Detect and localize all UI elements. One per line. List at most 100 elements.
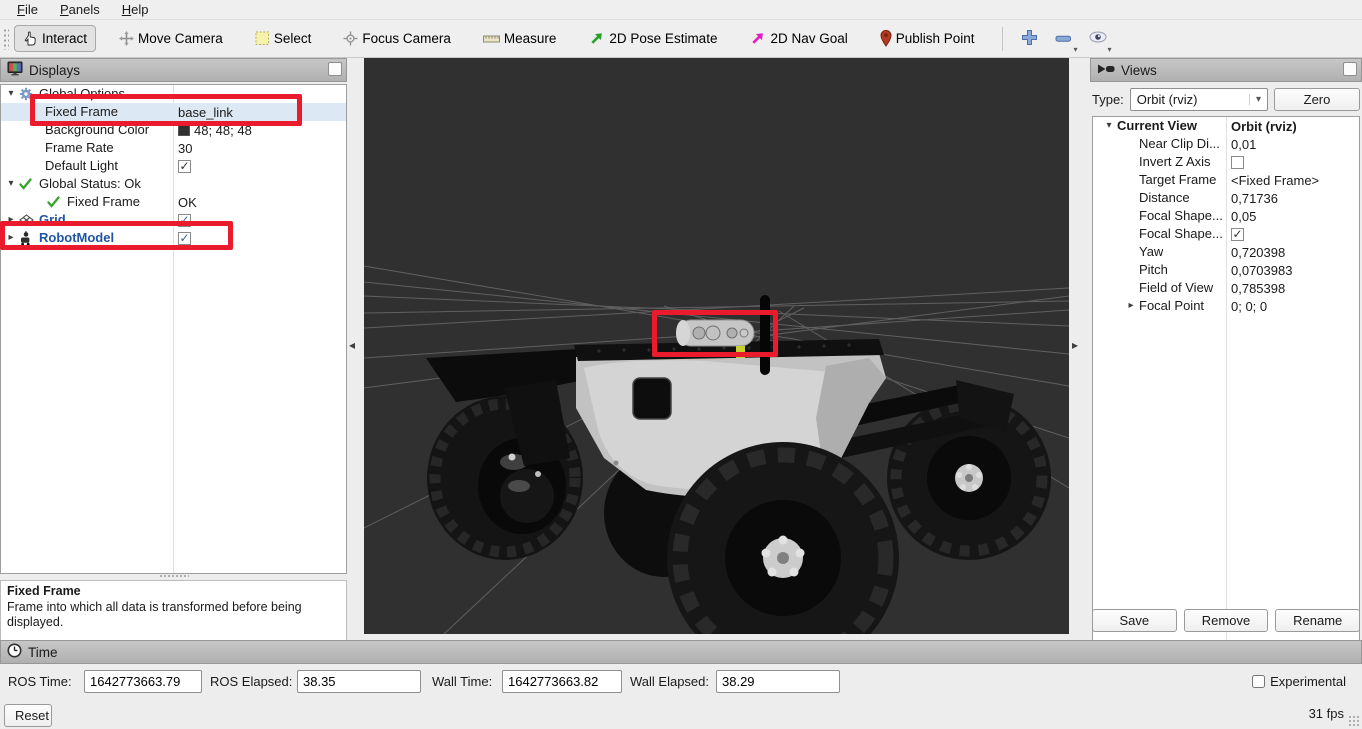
wall-time-input[interactable] xyxy=(502,670,622,693)
size-grip[interactable] xyxy=(1348,715,1360,727)
robot-model-rendering xyxy=(364,58,1069,634)
tree-row-grid[interactable]: ▸ Grid ✓ xyxy=(1,211,346,229)
splitter-collapse-left[interactable]: ◂ xyxy=(349,338,355,352)
views-float-button[interactable] xyxy=(1343,62,1357,76)
tool-2d-pose-estimate[interactable]: 2D Pose Estimate xyxy=(579,24,726,53)
tree-row-fixed-frame[interactable]: Fixed FrameOK xyxy=(1,193,346,211)
displays-panel-header[interactable]: Displays xyxy=(0,58,347,82)
time-panel: Time ROS Time:ROS Elapsed:Wall Time:Wall… xyxy=(0,640,1362,729)
toolbar-drag-handle[interactable] xyxy=(3,28,9,50)
menu-help[interactable]: Help xyxy=(113,1,158,18)
tree-row-value[interactable]: 0,71736 xyxy=(1231,189,1278,207)
checkbox-checked[interactable]: ✓ xyxy=(1231,228,1244,241)
tree-row-target-frame[interactable]: Target Frame<Fixed Frame> xyxy=(1093,171,1359,189)
tree-row-label: Background Color xyxy=(45,121,149,139)
tree-row-global-status-ok[interactable]: ▾Global Status: Ok xyxy=(1,175,346,193)
tree-row-invert-z-axis[interactable]: Invert Z Axis xyxy=(1093,153,1359,171)
tree-row-frame-rate[interactable]: Frame Rate 30 xyxy=(1,139,346,157)
tree-row-distance[interactable]: Distance0,71736 xyxy=(1093,189,1359,207)
rename-button[interactable]: Rename xyxy=(1275,609,1360,632)
add-tool-button[interactable] xyxy=(1015,25,1045,53)
displays-float-button[interactable] xyxy=(328,62,342,76)
tree-row-label: Focal Point xyxy=(1139,297,1204,315)
tree-row-focal-shape[interactable]: Focal Shape...0,05 xyxy=(1093,207,1359,225)
tool-measure[interactable]: Measure xyxy=(474,25,566,52)
expander-closed-icon[interactable]: ▸ xyxy=(3,229,19,247)
remove-button[interactable]: Remove xyxy=(1184,609,1269,632)
tree-row-value[interactable]: 0,785398 xyxy=(1231,279,1285,297)
tree-row-value[interactable]: 0; 0; 0 xyxy=(1231,297,1267,315)
expander-closed-icon[interactable]: ▸ xyxy=(1123,297,1139,315)
plus-icon xyxy=(1021,29,1038,49)
save-button[interactable]: Save xyxy=(1092,609,1177,632)
tree-row-background-color[interactable]: Background Color 48; 48; 48 xyxy=(1,121,346,139)
experimental-label: Experimental xyxy=(1270,674,1346,689)
toolbar-separator xyxy=(1002,27,1003,51)
tool-select[interactable]: Select xyxy=(246,25,321,52)
3d-viewport[interactable] xyxy=(364,58,1069,634)
wall-elapsed-label: Wall Elapsed: xyxy=(630,674,709,689)
tree-row-global-options[interactable]: ▾Global Options xyxy=(1,85,346,103)
tree-row-focal-shape[interactable]: Focal Shape...✓ xyxy=(1093,225,1359,243)
tree-row-value[interactable]: 0,720398 xyxy=(1231,243,1285,261)
tree-row-robotmodel[interactable]: ▸RobotModel✓ xyxy=(1,229,346,247)
checkbox-checked[interactable]: ✓ xyxy=(178,160,191,173)
tree-row-value[interactable]: 48; 48; 48 xyxy=(178,121,252,139)
tree-row-focal-point[interactable]: ▸Focal Point 0; 0; 0 xyxy=(1093,297,1359,315)
tree-row-value[interactable]: Orbit (rviz) xyxy=(1231,117,1297,135)
tool-label: Interact xyxy=(42,31,87,46)
tool-interact[interactable]: Interact xyxy=(14,25,96,52)
tree-row-field-of-view[interactable]: Field of View0,785398 xyxy=(1093,279,1359,297)
menu-file[interactable]: File xyxy=(8,1,47,18)
tool-2d-nav-goal[interactable]: 2D Nav Goal xyxy=(740,24,856,53)
tree-row-label: Pitch xyxy=(1139,261,1168,279)
remove-tool-button[interactable]: ▾ xyxy=(1049,25,1079,53)
zero-button[interactable]: Zero xyxy=(1274,88,1360,111)
views-icon xyxy=(1097,63,1115,78)
experimental-checkbox[interactable] xyxy=(1252,675,1265,688)
tool-move-camera[interactable]: Move Camera xyxy=(110,25,232,52)
tree-row-value[interactable]: 0,01 xyxy=(1231,135,1256,153)
expander-open-icon[interactable]: ▾ xyxy=(1101,117,1117,135)
expander-open-icon[interactable]: ▾ xyxy=(3,85,19,103)
tool-label: Publish Point xyxy=(896,31,975,46)
tree-row-pitch[interactable]: Pitch 0,0703983 xyxy=(1093,261,1359,279)
tree-row-value[interactable]: OK xyxy=(178,193,197,211)
ros-elapsed-input[interactable] xyxy=(297,670,421,693)
tree-row-value: ✓ xyxy=(1231,225,1244,243)
tree-row-value[interactable]: base_link xyxy=(178,103,233,121)
view-type-value: Orbit (rviz) xyxy=(1137,92,1245,107)
tree-row-default-light[interactable]: Default Light✓ xyxy=(1,157,346,175)
ros-time-input[interactable] xyxy=(84,670,202,693)
tree-row-value[interactable]: 30 xyxy=(178,139,192,157)
splitter-collapse-right[interactable]: ▸ xyxy=(1072,338,1078,352)
tree-row-current-view[interactable]: ▾Current ViewOrbit (rviz) xyxy=(1093,117,1359,135)
wall-elapsed-input[interactable] xyxy=(716,670,840,693)
tree-row-value[interactable]: 0,05 xyxy=(1231,207,1256,225)
tree-row-label: Frame Rate xyxy=(45,139,114,157)
tree-row-yaw[interactable]: Yaw0,720398 xyxy=(1093,243,1359,261)
expander-open-icon[interactable]: ▾ xyxy=(3,175,19,193)
view-type-combo[interactable]: Orbit (rviz) ▾ xyxy=(1130,88,1268,111)
tool-focus-camera[interactable]: Focus Camera xyxy=(334,25,460,52)
tool-publish-point[interactable]: Publish Point xyxy=(871,24,984,53)
checkbox-unchecked[interactable] xyxy=(1231,156,1244,169)
tree-row-near-clip-di[interactable]: Near Clip Di...0,01 xyxy=(1093,135,1359,153)
time-fields-row: ROS Time:ROS Elapsed:Wall Time:Wall Elap… xyxy=(0,670,1362,694)
tree-row-value[interactable]: 0,0703983 xyxy=(1231,261,1292,279)
checkbox-checked[interactable]: ✓ xyxy=(178,214,191,227)
tree-row-value[interactable]: <Fixed Frame> xyxy=(1231,171,1319,189)
hand-icon xyxy=(23,31,38,46)
views-panel-header[interactable]: Views xyxy=(1090,58,1362,82)
tree-row-fixed-frame[interactable]: Fixed Framebase_link xyxy=(1,103,346,121)
time-panel-header[interactable]: Time xyxy=(0,640,1362,664)
displays-help-resize-handle[interactable] xyxy=(159,574,189,578)
ros-time-label: ROS Time: xyxy=(8,674,72,689)
checkbox-checked[interactable]: ✓ xyxy=(178,232,191,245)
reset-button[interactable]: Reset xyxy=(4,704,52,727)
menu-panels[interactable]: Panels xyxy=(51,1,109,18)
views-panel: Views Type: Orbit (rviz) ▾ Zero ▾Current… xyxy=(1090,58,1362,634)
tree-row-label: Grid xyxy=(39,211,66,229)
view-tool-button[interactable]: ▾ xyxy=(1083,25,1113,53)
expander-closed-icon[interactable]: ▸ xyxy=(3,211,19,229)
